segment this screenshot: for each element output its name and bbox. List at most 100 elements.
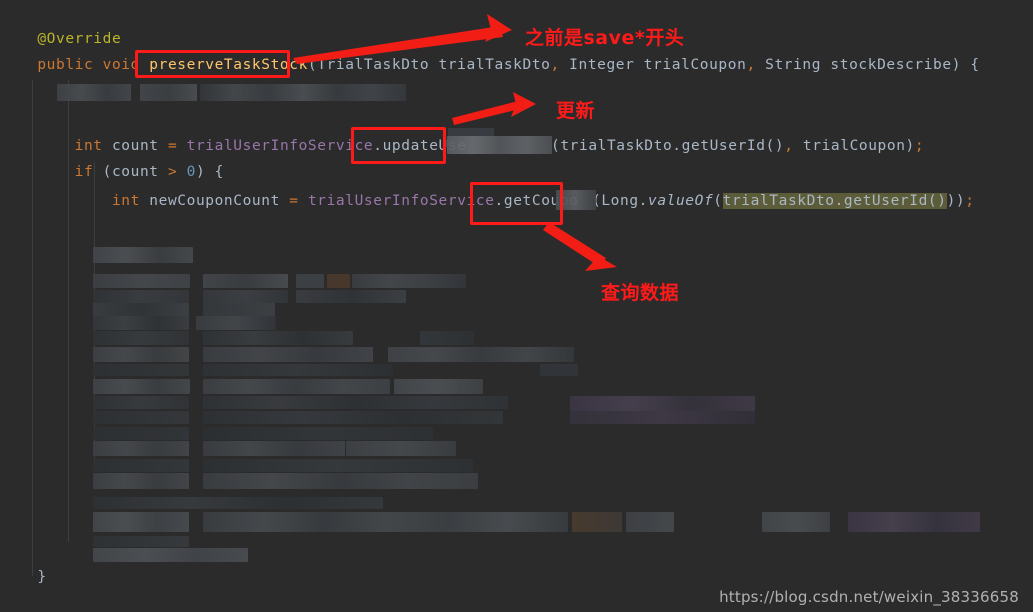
code-token: >	[167, 164, 178, 180]
code-token: }	[0, 569, 47, 585]
redacted-code-block	[140, 84, 197, 101]
code-token: newCouponCount	[139, 193, 290, 209]
code-token: trialTaskDto.getUserId()	[722, 193, 947, 209]
arrow-to-query-data-icon	[543, 222, 617, 271]
redacted-code-block	[93, 396, 189, 409]
annotation-box-update-use	[351, 127, 446, 164]
code-token: (trialTaskDto.getUserId()	[551, 138, 785, 154]
code-token: =	[289, 193, 299, 209]
code-token: ,	[784, 138, 794, 154]
code-token: count	[102, 138, 168, 154]
redacted-code-block	[203, 303, 275, 316]
code-token: String stockDescribe	[755, 57, 952, 73]
redacted-code-block	[352, 274, 466, 288]
code-token: trialUserInfoService	[186, 138, 374, 154]
code-token: ) {	[195, 164, 224, 180]
redacted-code-block	[93, 347, 189, 362]
redacted-code-block	[296, 274, 324, 288]
annotation-note-save-prefix: 之前是save*开头	[525, 27, 685, 49]
code-line-if-count: if (count > 0) {	[0, 163, 224, 181]
redacted-code-block	[203, 290, 288, 303]
redacted-code-block	[570, 396, 755, 411]
code-token: trialCoupon)	[793, 138, 915, 154]
redacted-code-block	[203, 379, 390, 394]
code-token: {	[961, 57, 980, 73]
redacted-code-block	[762, 512, 830, 532]
redacted-code-block	[447, 136, 552, 154]
redacted-code-block	[203, 459, 473, 472]
code-token: valueOf	[647, 193, 714, 209]
redacted-code-block	[196, 316, 276, 330]
redacted-code-block	[93, 247, 193, 263]
redacted-code-block	[203, 512, 568, 532]
redacted-code-block	[203, 441, 345, 456]
code-token: trialUserInfoService	[307, 193, 495, 209]
redacted-code-block	[420, 331, 474, 345]
annotation-box-preserve-task-stock	[135, 50, 290, 78]
code-token: @Override	[37, 31, 122, 47]
code-token: (TrialTaskDto trialTaskDto	[307, 57, 551, 73]
annotation-box-get-coupon	[470, 182, 563, 225]
code-token: public void	[37, 57, 150, 73]
code-line-closing-brace: }	[0, 568, 47, 586]
redacted-code-block	[388, 347, 574, 362]
redacted-code-block	[93, 379, 190, 394]
redacted-code-block	[93, 512, 189, 532]
code-token: int	[111, 193, 140, 209]
redacted-code-block	[570, 411, 755, 424]
arrow-to-update-icon	[452, 92, 536, 125]
code-line-override: @Override	[0, 30, 121, 48]
annotation-note-query-data: 查询数据	[601, 282, 680, 304]
redacted-code-block	[296, 290, 406, 303]
code-editor-canvas: @Override public void preserveTaskStock(…	[0, 0, 1033, 612]
code-token: ,	[550, 57, 560, 73]
redacted-code-block	[327, 274, 350, 288]
redacted-code-block	[200, 84, 406, 101]
redacted-code-block	[848, 512, 980, 532]
code-token: Integer trialCoupon	[559, 57, 747, 73]
redacted-code-block	[203, 331, 353, 345]
redacted-code-block	[448, 128, 494, 136]
redacted-code-block	[203, 274, 288, 288]
redacted-code-block	[394, 379, 483, 394]
code-token: int	[74, 138, 103, 154]
code-token: if	[74, 164, 94, 180]
redacted-code-block	[93, 548, 248, 562]
redacted-code-block	[93, 303, 189, 316]
annotation-note-update: 更新	[556, 100, 596, 122]
code-token: ;	[965, 193, 975, 209]
redacted-code-block	[203, 427, 433, 440]
redacted-code-block	[346, 441, 456, 456]
redacted-code-block	[93, 427, 189, 440]
code-token: =	[167, 138, 178, 154]
redacted-code-block	[203, 396, 508, 409]
redacted-code-block	[93, 497, 383, 509]
redacted-code-block	[93, 364, 189, 376]
redacted-code-block	[57, 84, 131, 101]
redacted-code-block	[203, 347, 373, 362]
csdn-watermark: https://blog.csdn.net/weixin_38336658	[719, 588, 1019, 606]
code-line-update-user-count-tail: (trialTaskDto.getUserId(), trialCoupon);	[551, 137, 924, 155]
redacted-code-block	[93, 441, 189, 456]
redacted-code-block	[93, 274, 190, 288]
code-line-new-coupon-count-tail: (Long.valueOf(trialTaskDto.getUserId()))…	[592, 192, 975, 210]
redacted-code-block	[203, 364, 393, 376]
code-token: (	[713, 193, 723, 209]
redacted-code-block	[93, 459, 189, 472]
redacted-code-block	[93, 411, 189, 424]
redacted-code-block	[93, 290, 189, 303]
redacted-code-block	[93, 473, 189, 489]
code-token: ))	[946, 193, 966, 209]
redacted-code-block	[93, 316, 189, 330]
code-token: ;	[914, 138, 925, 154]
redacted-code-block	[203, 411, 503, 424]
redacted-code-block	[203, 473, 478, 489]
